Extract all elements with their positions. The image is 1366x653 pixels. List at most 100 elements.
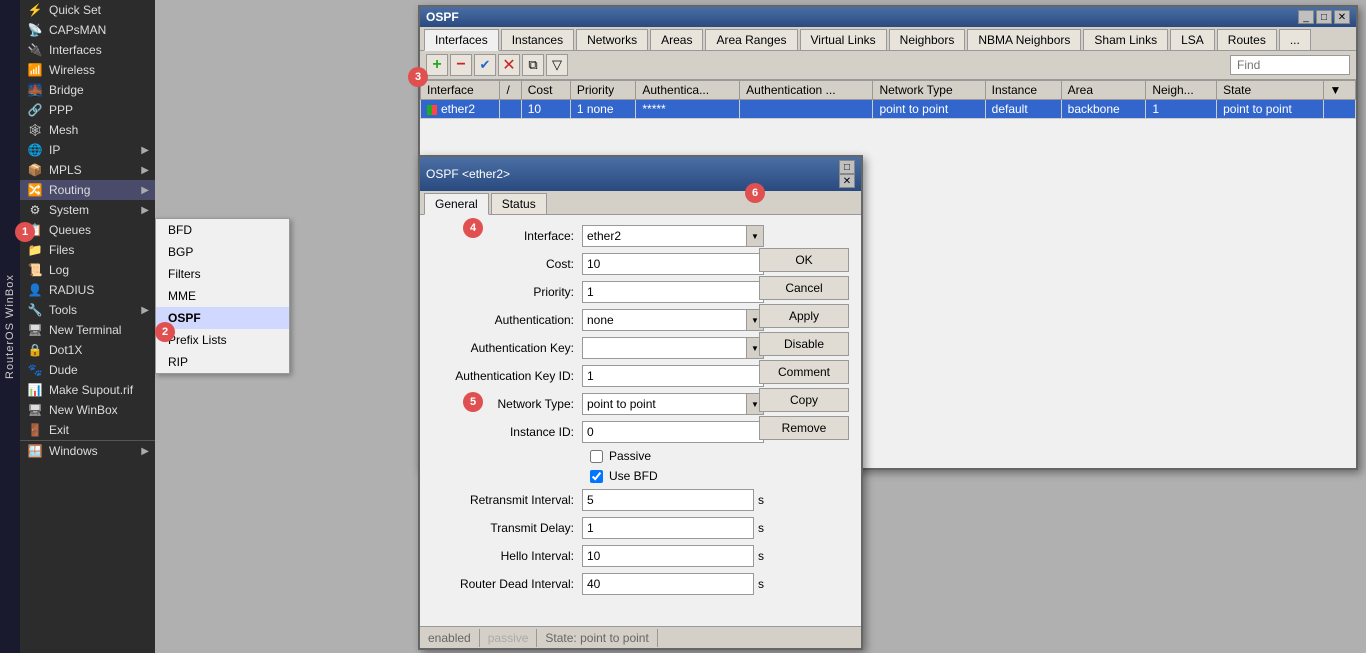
ospf-toolbar: + − ✔ ✕ ⧉ ▽ <box>420 51 1356 80</box>
tab-routes[interactable]: Routes <box>1217 29 1277 50</box>
ip-arrow-icon: ▶ <box>141 145 149 156</box>
sidebar-item-mesh[interactable]: 🕸 Mesh <box>20 120 155 140</box>
submenu-item-ospf[interactable]: OSPF <box>156 307 289 329</box>
submenu-item-filters[interactable]: Filters <box>156 263 289 285</box>
cell-auth: ***** <box>636 100 740 119</box>
tab-area-ranges[interactable]: Area Ranges <box>705 29 797 50</box>
sidebar-item-ip[interactable]: 🌐 IP ▶ <box>20 140 155 160</box>
remove-btn[interactable]: − <box>450 54 472 76</box>
windows-arrow-icon: ▶ <box>141 446 149 457</box>
auth-key-field: ▼ <box>582 337 764 359</box>
tab-sham-links[interactable]: Sham Links <box>1083 29 1168 50</box>
auth-key-input[interactable] <box>582 337 746 359</box>
sidebar-item-system[interactable]: ⚙ System ▶ <box>20 200 155 220</box>
sidebar-items: ⚡ Quick Set 📡 CAPsMAN 🔌 Interfaces 📶 Wir… <box>20 0 155 653</box>
col-dropdown[interactable]: ▼ <box>1323 81 1355 100</box>
sidebar-item-capsman[interactable]: 📡 CAPsMAN <box>20 20 155 40</box>
network-type-label: Network Type: <box>432 397 582 411</box>
sidebar-item-routing[interactable]: 🔀 Routing ▶ <box>20 180 155 200</box>
sidebar-item-make-supout[interactable]: 📊 Make Supout.rif <box>20 380 155 400</box>
sidebar-item-quick-set[interactable]: ⚡ Quick Set <box>20 0 155 20</box>
transmit-delay-label: Transmit Delay: <box>432 521 582 535</box>
tab-status[interactable]: Status <box>491 193 547 214</box>
files-icon: 📁 <box>26 243 44 257</box>
interface-input[interactable] <box>582 225 746 247</box>
hello-interval-label: Hello Interval: <box>432 549 582 563</box>
tab-virtual-links[interactable]: Virtual Links <box>800 29 887 50</box>
tab-more[interactable]: ... <box>1279 29 1311 50</box>
ospf-maximize-btn[interactable]: □ <box>1316 10 1332 24</box>
sidebar-item-ppp[interactable]: 🔗 PPP <box>20 100 155 120</box>
instance-id-input[interactable] <box>582 421 764 443</box>
passive-checkbox[interactable] <box>590 450 603 463</box>
system-arrow-icon: ▶ <box>141 205 149 216</box>
sidebar-item-queues[interactable]: 📋 Queues <box>20 220 155 240</box>
apply-button[interactable]: Apply <box>759 304 849 328</box>
tab-nbma-neighbors[interactable]: NBMA Neighbors <box>967 29 1081 50</box>
comment-button[interactable]: Comment <box>759 360 849 384</box>
tab-areas[interactable]: Areas <box>650 29 703 50</box>
submenu-item-rip[interactable]: RIP <box>156 351 289 373</box>
sidebar-item-new-terminal[interactable]: 🖥 New Terminal <box>20 320 155 340</box>
hello-interval-input[interactable] <box>582 545 754 567</box>
sidebar-item-radius[interactable]: 👤 RADIUS <box>20 280 155 300</box>
add-btn[interactable]: + <box>426 54 448 76</box>
auth-key-id-input[interactable] <box>582 365 764 387</box>
cell-sort <box>500 100 521 119</box>
sidebar-item-new-winbox[interactable]: 🖥 New WinBox <box>20 400 155 420</box>
hello-interval-unit: s <box>758 549 764 563</box>
enable-btn[interactable]: ✔ <box>474 54 496 76</box>
tab-interfaces[interactable]: Interfaces <box>424 29 499 51</box>
tab-general[interactable]: General <box>424 193 489 215</box>
tab-networks[interactable]: Networks <box>576 29 648 50</box>
cost-input[interactable] <box>582 253 764 275</box>
sidebar-item-log[interactable]: 📜 Log <box>20 260 155 280</box>
dialog-close-btn[interactable]: ✕ <box>839 174 855 188</box>
sidebar-item-interfaces[interactable]: 🔌 Interfaces <box>20 40 155 60</box>
retransmit-interval-input[interactable] <box>582 489 754 511</box>
authentication-input[interactable] <box>582 309 746 331</box>
find-input[interactable] <box>1230 55 1350 75</box>
submenu-item-bfd[interactable]: BFD <box>156 219 289 241</box>
remove-button[interactable]: Remove <box>759 416 849 440</box>
ospf-minimize-btn[interactable]: _ <box>1298 10 1314 24</box>
table-row[interactable]: ether2 10 1 none ***** point to point de… <box>421 100 1356 119</box>
sidebar-item-windows[interactable]: 🪟 Windows ▶ <box>20 441 155 461</box>
disable-btn[interactable]: ✕ <box>498 54 520 76</box>
priority-label: Priority: <box>432 285 582 299</box>
submenu-item-mme[interactable]: MME <box>156 285 289 307</box>
tab-lsa[interactable]: LSA <box>1170 29 1215 50</box>
priority-input[interactable] <box>582 281 764 303</box>
cell-priority: 1 none <box>570 100 636 119</box>
ok-button[interactable]: OK <box>759 248 849 272</box>
sidebar-item-dot1x[interactable]: 🔒 Dot1X <box>20 340 155 360</box>
filter-btn[interactable]: ▽ <box>546 54 568 76</box>
network-type-input[interactable] <box>582 393 746 415</box>
tab-neighbors[interactable]: Neighbors <box>889 29 966 50</box>
status-passive: passive <box>480 629 538 647</box>
col-neighbors: Neigh... <box>1146 81 1217 100</box>
dialog-maximize-btn[interactable]: □ <box>839 160 855 174</box>
new-winbox-icon: 🖥 <box>26 403 44 417</box>
sidebar-label-system: System <box>49 203 89 217</box>
cancel-button[interactable]: Cancel <box>759 276 849 300</box>
sidebar-item-exit[interactable]: 🚪 Exit <box>20 420 155 440</box>
sidebar-item-files[interactable]: 📁 Files <box>20 240 155 260</box>
sidebar-item-mpls[interactable]: 📦 MPLS ▶ <box>20 160 155 180</box>
submenu-item-prefix-lists[interactable]: Prefix Lists <box>156 329 289 351</box>
sidebar-item-dude[interactable]: 🐾 Dude <box>20 360 155 380</box>
submenu-item-bgp[interactable]: BGP <box>156 241 289 263</box>
sidebar-item-bridge[interactable]: 🌉 Bridge <box>20 80 155 100</box>
sidebar-item-tools[interactable]: 🔧 Tools ▶ <box>20 300 155 320</box>
col-sort[interactable]: / <box>500 81 521 100</box>
disable-button[interactable]: Disable <box>759 332 849 356</box>
sidebar-item-wireless[interactable]: 📶 Wireless <box>20 60 155 80</box>
ospf-close-btn[interactable]: ✕ <box>1334 10 1350 24</box>
router-dead-interval-input[interactable] <box>582 573 754 595</box>
tab-instances[interactable]: Instances <box>501 29 574 50</box>
copy-btn[interactable]: ⧉ <box>522 54 544 76</box>
use-bfd-checkbox[interactable] <box>590 470 603 483</box>
transmit-delay-input[interactable] <box>582 517 754 539</box>
copy-button[interactable]: Copy <box>759 388 849 412</box>
cost-label: Cost: <box>432 257 582 271</box>
